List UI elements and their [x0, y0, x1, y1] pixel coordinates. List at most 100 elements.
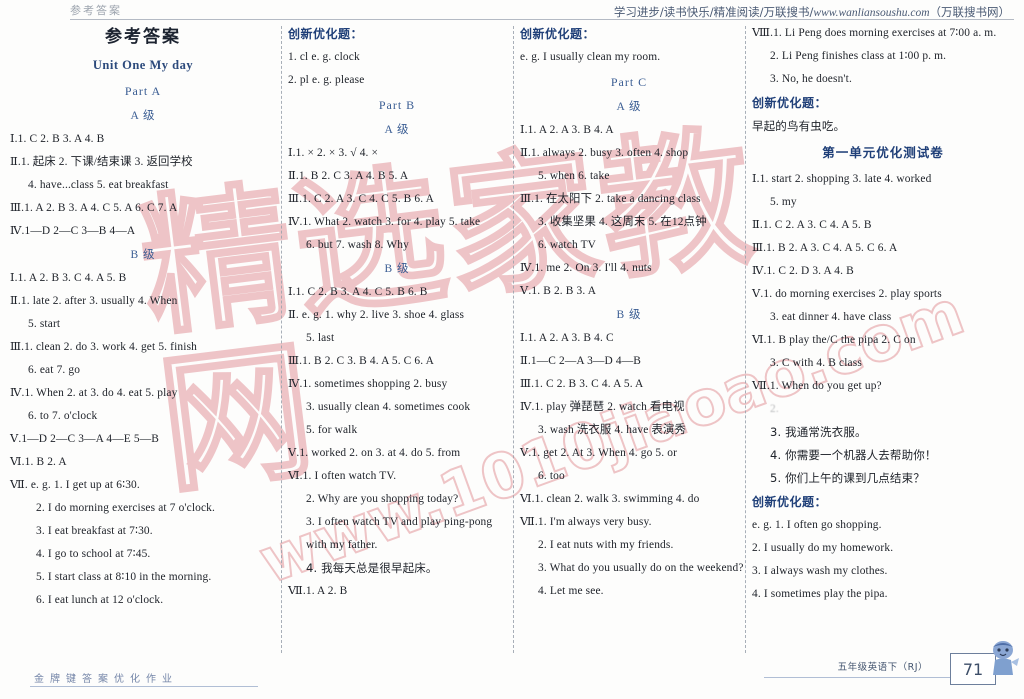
answer-line: 3. I always wash my clothes.: [752, 565, 888, 577]
answer-line: Ⅰ.1. C 2. B 3. A 4. B: [10, 133, 105, 145]
column-2: 创新优化题： 1. cl e. g. clock 2. pl e. g. ple…: [288, 22, 506, 655]
answer-columns: 参考答案 Unit One My day Part A A 级 Ⅰ.1. C 2…: [0, 22, 1024, 655]
answer-line: 4. I go to school at 7∶45.: [36, 548, 151, 560]
answer-line: 4. have...class 5. eat breakfast: [28, 179, 169, 191]
column-3: 创新优化题： e. g. I usually clean my room. Pa…: [520, 22, 744, 655]
answer-line: Ⅱ.1. C 2. A 3. C 4. A 5. B: [752, 219, 872, 231]
answer-line: 3. wash 洗衣服 4. have 表演秀: [538, 424, 687, 436]
answer-line: Ⅴ.1. get 2. At 3. When 4. go 5. or: [520, 447, 678, 459]
header-banner-cn2: （万联搜书网）: [929, 5, 1011, 19]
answer-line: e. g. 1. I often go shopping.: [752, 519, 882, 531]
answer-line: 6. I eat lunch at 12 o'clock.: [36, 594, 164, 606]
answer-line: 2. Why are you shopping today?: [306, 493, 459, 505]
answer-line: Ⅲ.1. 在太阳下 2. take a dancing class: [520, 193, 701, 205]
footer-left-rule: [30, 686, 258, 687]
answer-line: Ⅰ.1. A 2. A 3. B 4. A: [520, 124, 614, 136]
answer-line: 6. but 7. wash 8. Why: [306, 239, 409, 251]
answer-line: 2. pl e. g. please: [288, 74, 365, 86]
answer-line: Ⅶ.1. I'm always very busy.: [520, 516, 652, 528]
answer-line: 1. cl e. g. clock: [288, 51, 360, 63]
answer-line: Ⅱ. e. g. 1. why 2. live 3. shoe 4. glass: [288, 309, 465, 321]
answer-line: Ⅱ.1. late 2. after 3. usually 4. When: [10, 295, 178, 307]
answer-line: Ⅷ.1. Li Peng does morning exercises at 7…: [752, 27, 997, 39]
answer-line: 4. 你需要一个机器人去帮助你！: [770, 448, 937, 462]
answer-key-page: 参考答案 学习进步/读书快乐/精准阅读/万联搜书/www.wanliansous…: [0, 0, 1024, 699]
answer-line: 5. I start class at 8∶10 in the morning.: [36, 571, 212, 583]
header-rule: [70, 19, 1014, 20]
answer-line: 6. too: [538, 470, 565, 482]
column-divider-2: [513, 26, 514, 653]
answer-line: Ⅱ.1—C 2—A 3—D 4—B: [520, 355, 642, 367]
answer-line: 4. Let me see.: [538, 585, 604, 597]
header-banner-cn1: 学习进步/读书快乐/精准阅读/万联搜书/: [613, 5, 814, 19]
answer-line: Ⅳ.1. What 2. watch 3. for 4. play 5. tak…: [288, 216, 481, 228]
part-title-a: Part A: [124, 84, 162, 98]
answer-line: 3. 我通常洗衣服。: [770, 425, 867, 439]
grade-heading-a: A 级: [384, 124, 410, 136]
answer-line: 3. What do you usually do on the weekend…: [538, 562, 744, 574]
answer-line: Ⅰ.1. A 2. A 3. B 4. C: [520, 332, 614, 344]
grade-heading-a: A 级: [616, 101, 642, 113]
grade-heading-b: B 级: [384, 263, 410, 275]
column-divider-3: [745, 26, 746, 653]
innovation-heading: 创新优化题：: [752, 96, 828, 110]
answer-line: Ⅳ.1—D 2—C 3—B 4—A: [10, 225, 136, 237]
answer-line: 5. last: [306, 332, 335, 344]
footer-decorative-text: 金牌键答案优化作业: [34, 674, 178, 685]
unit-test-title: 第一单元优化测试卷: [822, 145, 944, 160]
column-1: 参考答案 Unit One My day Part A A 级 Ⅰ.1. C 2…: [10, 22, 276, 655]
answer-line: Ⅵ.1. B play the/C the pipa 2. C on: [752, 334, 916, 346]
answer-line: 3. usually clean 4. sometimes cook: [306, 401, 471, 413]
answer-line: 5. my: [770, 196, 797, 208]
answer-line: 3. eat dinner 4. have class: [770, 311, 892, 323]
answer-line: Ⅶ.1. A 2. B: [288, 585, 348, 597]
answer-line: Ⅴ.1. worked 2. on 3. at 4. do 5. from: [288, 447, 461, 459]
answer-line: 6. to 7. o'clock: [28, 410, 98, 422]
answer-line: 3. I eat breakfast at 7∶30.: [36, 525, 153, 537]
answer-line: Ⅳ.1. me 2. On 3. I'll 4. nuts: [520, 262, 652, 274]
page-title: 参考答案: [105, 27, 181, 47]
answer-line: Ⅳ.1. When 2. at 3. do 4. eat 5. play: [10, 387, 178, 399]
answer-line: Ⅴ.1. do morning exercises 2. play sports: [752, 288, 942, 300]
answer-line: Ⅲ.1. C 2. A 3. C 4. C 5. B 6. A: [288, 193, 435, 205]
unit-title: Unit One My day: [92, 58, 194, 72]
answer-line: 6. watch TV: [538, 239, 597, 251]
answer-line: Ⅴ.1—D 2—C 3—A 4—E 5—B: [10, 433, 160, 445]
answer-line: Ⅲ.1. clean 2. do 3. work 4. get 5. finis…: [10, 341, 198, 353]
answer-line: 3. No, he doesn't.: [770, 73, 852, 85]
part-title-b: Part B: [378, 98, 416, 112]
header-site-banner: 学习进步/读书快乐/精准阅读/万联搜书/www.wanliansoushu.co…: [614, 4, 1010, 20]
column-divider-1: [281, 26, 282, 653]
answer-line: 2. I do morning exercises at 7 o'clock.: [36, 502, 216, 514]
answer-line: 3. 收集坚果 4. 这周末 5. 在12点钟: [538, 216, 707, 228]
answer-line: 4. 我每天总是很早起床。: [306, 561, 438, 575]
answer-line: Ⅲ.1. B 2. C 3. B 4. A 5. C 6. A: [288, 355, 435, 367]
answer-line: 5. when 6. take: [538, 170, 610, 182]
answer-line: Ⅱ.1. B 2. C 3. A 4. B 5. A: [288, 170, 409, 182]
answer-line: Ⅳ.1. sometimes shopping 2. busy: [288, 378, 448, 390]
header-banner-url: www.wanliansoushu.com: [813, 7, 930, 19]
answer-line: 5. 你们上午的课到几点结束？: [770, 471, 925, 485]
grade-heading-b: B 级: [616, 309, 642, 321]
innovation-heading: 创新优化题：: [288, 27, 364, 41]
column-4: Ⅷ.1. Li Peng does morning exercises at 7…: [752, 22, 1014, 655]
answer-line: 5. start: [28, 318, 61, 330]
answer-line: 4. I sometimes play the pipa.: [752, 588, 888, 600]
footer-book-title: 五年级英语下（RJ）: [837, 662, 928, 673]
footer-right-rule: [764, 677, 964, 678]
part-title-c: Part C: [610, 75, 648, 89]
answer-line: Ⅴ.1. B 2. B 3. A: [520, 285, 597, 297]
answer-line: 3. I often watch TV and play ping-pong w…: [306, 516, 493, 551]
answer-line: Ⅳ.1. play 弹琵琶 2. watch 看电视: [520, 401, 685, 413]
mascot-icon: [993, 641, 1019, 675]
answer-line: 2. I eat nuts with my friends.: [538, 539, 674, 551]
answer-line: Ⅰ.1. start 2. shopping 3. late 4. worked: [752, 173, 932, 185]
grade-heading-a: A 级: [130, 110, 156, 122]
answer-line: Ⅲ.1. B 2. A 3. C 4. A 5. C 6. A: [752, 242, 898, 254]
answer-line: Ⅱ.1. 起床 2. 下课/结束课 3. 返回学校: [10, 156, 193, 168]
answer-line: 6. eat 7. go: [28, 364, 81, 376]
answer-line: Ⅲ.1. C 2. B 3. C 4. A 5. A: [520, 378, 644, 390]
answer-line: e. g. I usually clean my room.: [520, 51, 661, 63]
innovation-heading: 创新优化题：: [520, 27, 596, 41]
answer-line: Ⅰ.1. A 2. B 3. C 4. A 5. B: [10, 272, 127, 284]
